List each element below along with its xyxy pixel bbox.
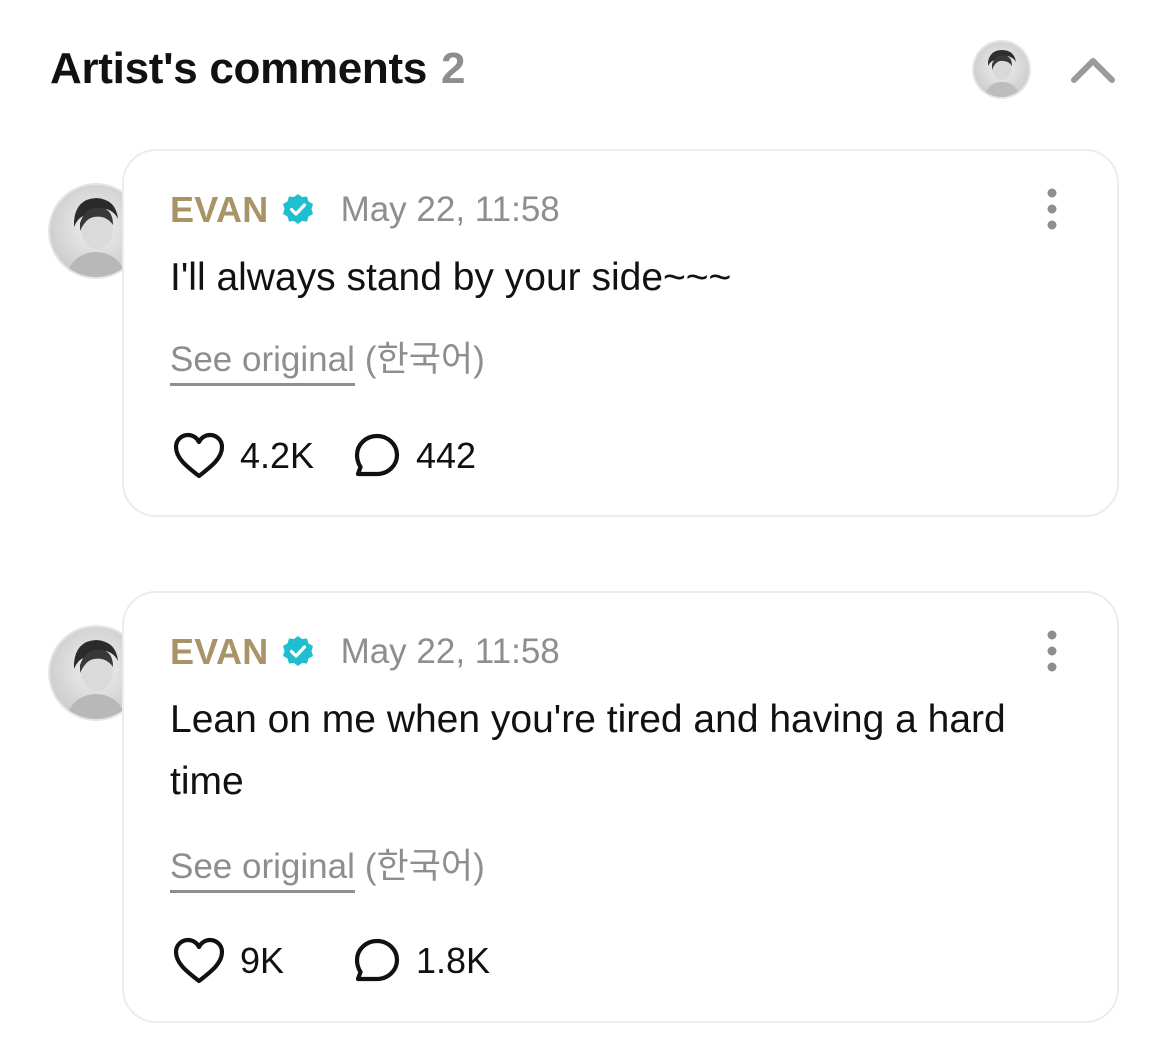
- comment-card: EVAN May 22, 11:58 Lean on me when you'r…: [122, 591, 1119, 1023]
- see-original-row: See original (한국어): [170, 838, 485, 893]
- verified-badge-icon: [282, 636, 313, 666]
- section-title: Artist's comments 2: [50, 44, 466, 94]
- like-count: 9K: [240, 940, 285, 981]
- comment-bubble-icon: [354, 433, 400, 477]
- comment-meta: EVAN May 22, 11:58: [170, 189, 560, 231]
- original-language: (한국어): [364, 847, 485, 886]
- reply-count: 1.8K: [416, 940, 491, 981]
- see-original-link[interactable]: See original: [170, 847, 355, 893]
- see-original-row: See original (한국어): [170, 331, 485, 386]
- comment-bubble-icon: [354, 938, 400, 982]
- like-button[interactable]: 9K: [172, 937, 352, 985]
- comment-text: I'll always stand by your side~~~: [170, 256, 732, 299]
- comment-meta: EVAN May 22, 11:58: [170, 631, 560, 673]
- comment-actions: 4.2K 442: [172, 431, 476, 481]
- comment-timestamp: May 22, 11:58: [340, 632, 560, 671]
- like-button[interactable]: 4.2K: [172, 432, 352, 480]
- more-options-icon[interactable]: [1037, 185, 1067, 233]
- section-title-text: Artist's comments: [50, 44, 428, 93]
- heart-icon: [173, 432, 225, 479]
- artist-avatar[interactable]: [972, 40, 1031, 99]
- comment-count: 2: [441, 44, 466, 93]
- see-original-link[interactable]: See original: [170, 340, 355, 386]
- comment-card: EVAN May 22, 11:58 I'll always stand by …: [122, 149, 1119, 517]
- reply-count: 442: [416, 435, 477, 476]
- artist-comments-header: Artist's comments 2: [0, 0, 1169, 140]
- heart-icon: [173, 937, 225, 984]
- comment-timestamp: May 22, 11:58: [340, 190, 560, 229]
- verified-badge-icon: [282, 194, 313, 224]
- comment-text: Lean on me when you're tired and having …: [170, 698, 1006, 803]
- author-name[interactable]: EVAN: [170, 189, 269, 231]
- like-count: 4.2K: [240, 435, 315, 476]
- comment-actions: 9K 1.8K: [172, 936, 490, 986]
- author-name[interactable]: EVAN: [170, 631, 269, 673]
- reply-button[interactable]: 442: [352, 431, 476, 481]
- chevron-up-icon[interactable]: [1066, 48, 1120, 90]
- reply-button[interactable]: 1.8K: [352, 936, 490, 986]
- original-language: (한국어): [364, 340, 485, 379]
- more-options-icon[interactable]: [1037, 627, 1067, 675]
